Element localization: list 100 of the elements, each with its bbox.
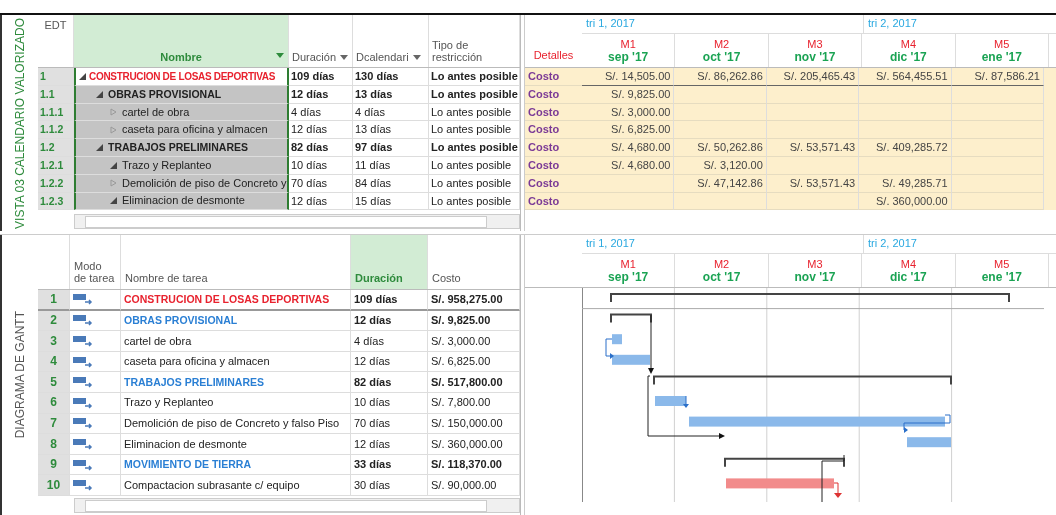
calendar-days-cell: 11 días	[353, 157, 429, 175]
task-name-cell: cartel de obra	[121, 331, 351, 352]
cost-cell: S/. 958,275.00	[428, 290, 520, 311]
auto-scheduled-icon	[73, 478, 93, 493]
auto-scheduled-icon	[73, 292, 93, 307]
constraint-cell: Lo antes posible	[429, 121, 520, 140]
cost-cell: S/. 205,465.43	[766, 68, 860, 86]
column-header[interactable]: Tipo de restricción	[429, 15, 520, 67]
month-label: sep '17	[608, 49, 649, 64]
constraint-cell: Lo antes posible	[429, 157, 520, 175]
cost-cell: S/. 50,262.86	[674, 139, 767, 157]
auto-scheduled-icon	[73, 457, 93, 472]
horizontal-scrollbar[interactable]	[74, 498, 520, 513]
month-code: M1	[620, 37, 636, 50]
task-bar	[907, 437, 951, 448]
duration-cell: 4 días	[351, 331, 428, 352]
task-name-cell: OBRAS PROVISIONAL	[121, 310, 351, 332]
duration-cell: 10 días	[351, 393, 428, 414]
cost-cell: S/. 87,586.21	[951, 68, 1044, 86]
detail-label: Costo	[525, 139, 582, 157]
cost-cell: S/. 4,680.00	[582, 157, 675, 175]
month-code: M5	[994, 257, 1010, 270]
expanded-triangle-icon[interactable]	[110, 161, 117, 169]
calendar-days-cell: 97 días	[353, 139, 429, 157]
duration-cell: 70 días	[351, 413, 428, 435]
task-name-cell: CONSTRUCION DE LOSAS DEPORTIVAS	[121, 290, 351, 311]
duration-cell: 12 días	[351, 351, 428, 373]
month-label: oct '17	[702, 49, 741, 64]
month-label: dic '17	[889, 269, 927, 284]
task-name-cell: caseta para oficina y almacen	[121, 351, 351, 373]
expanded-triangle-icon[interactable]	[96, 90, 103, 98]
column-header[interactable]: Duración	[289, 15, 353, 67]
task-name-cell: TRABAJOS PRELIMINARES	[121, 372, 351, 394]
auto-scheduled-icon	[73, 437, 93, 451]
month-code: M4	[900, 37, 916, 50]
month-label: oct '17	[702, 269, 741, 284]
calendar-days-cell: 130 días	[353, 68, 429, 86]
cost-cell: S/. 86,262.86	[674, 68, 767, 86]
cost-cell: S/. 4,680.00	[582, 139, 675, 157]
cost-cell: S/. 90,000.00	[428, 475, 520, 496]
duration-cell: 12 días	[289, 192, 353, 211]
duration-cell: 109 días	[289, 68, 353, 86]
calendar-days-cell: 15 días	[353, 192, 429, 211]
detail-label: Costo	[525, 192, 582, 211]
cost-cell: S/. 6,825.00	[428, 351, 520, 373]
task-bar	[612, 354, 650, 365]
cost-cell: S/. 53,571.43	[766, 139, 860, 157]
month-code: M5	[994, 37, 1010, 50]
cost-cell: S/. 409,285.72	[859, 139, 952, 157]
task-name-cell[interactable]: CONSTRUCION DE LOSAS DEPORTIVAS	[74, 68, 289, 86]
detail-label: Costo	[525, 157, 582, 175]
detail-label: Costo	[525, 174, 582, 193]
view-label: DIAGRAMA DE GANTT	[13, 311, 27, 439]
month-label: ene '17	[981, 49, 1022, 64]
column-header[interactable]: Dcalendari	[353, 15, 429, 67]
wbs-cell: 1.1.2	[38, 121, 74, 140]
auto-scheduled-icon	[73, 375, 93, 390]
month-label: dic '17	[889, 49, 927, 64]
duration-cell: 4 días	[289, 103, 353, 122]
expanded-triangle-icon[interactable]	[96, 144, 103, 152]
cost-cell: S/. 3,000.00	[428, 331, 520, 352]
cost-cell: S/. 14,505.00	[582, 68, 675, 86]
month-label: ene '17	[981, 269, 1022, 284]
expanded-triangle-icon[interactable]	[110, 197, 117, 205]
task-name-cell: Compactacion subrasante c/ equipo	[121, 475, 351, 496]
cost-cell: S/. 9,825.00	[582, 85, 675, 104]
constraint-cell: Lo antes posible	[429, 103, 520, 122]
month-label: sep '17	[608, 269, 649, 284]
duration-cell: 12 días	[289, 121, 353, 140]
task-name-cell[interactable]: TRABAJOS PRELIMINARES	[74, 139, 289, 157]
duration-cell: 30 días	[351, 475, 428, 496]
auto-scheduled-icon	[73, 313, 93, 328]
month-code: M2	[713, 257, 730, 270]
horizontal-scrollbar[interactable]	[74, 214, 520, 230]
dependency-arrow	[833, 482, 842, 499]
calendar-days-cell: 13 días	[353, 121, 429, 140]
task-bar	[612, 334, 622, 345]
wbs-cell: 1.2	[38, 139, 74, 157]
calendar-days-cell: 84 días	[353, 174, 429, 193]
column-header[interactable]: Costo	[428, 235, 520, 290]
cost-cell: S/. 517,800.00	[428, 372, 520, 394]
task-name-cell[interactable]: caseta para oficina y almacen	[74, 121, 289, 140]
cost-cell: S/. 47,142.86	[674, 174, 767, 193]
dropdown-arrow-icon[interactable]	[276, 53, 284, 58]
cost-cell: S/. 49,285.71	[859, 174, 952, 193]
summary-bar	[610, 313, 652, 324]
month-code: M3	[807, 37, 823, 50]
task-name-cell: MOVIMIENTO DE TIERRA	[121, 454, 351, 476]
cost-cell: S/. 3,120.00	[674, 157, 767, 175]
month-label: nov '17	[794, 269, 836, 284]
dependency-arrow	[903, 414, 951, 434]
expanded-triangle-icon[interactable]	[79, 72, 86, 80]
calendar-days-cell: 13 días	[353, 85, 429, 104]
dropdown-arrow-icon[interactable]	[340, 55, 349, 60]
cost-cell: S/. 53,571.43	[766, 174, 860, 193]
constraint-cell: Lo antes posible	[429, 192, 520, 211]
column-header[interactable]: Modo de tarea	[70, 235, 121, 290]
detail-label: Costo	[525, 85, 582, 104]
duration-cell: 109 días	[351, 290, 428, 311]
dropdown-arrow-icon[interactable]	[412, 55, 421, 60]
